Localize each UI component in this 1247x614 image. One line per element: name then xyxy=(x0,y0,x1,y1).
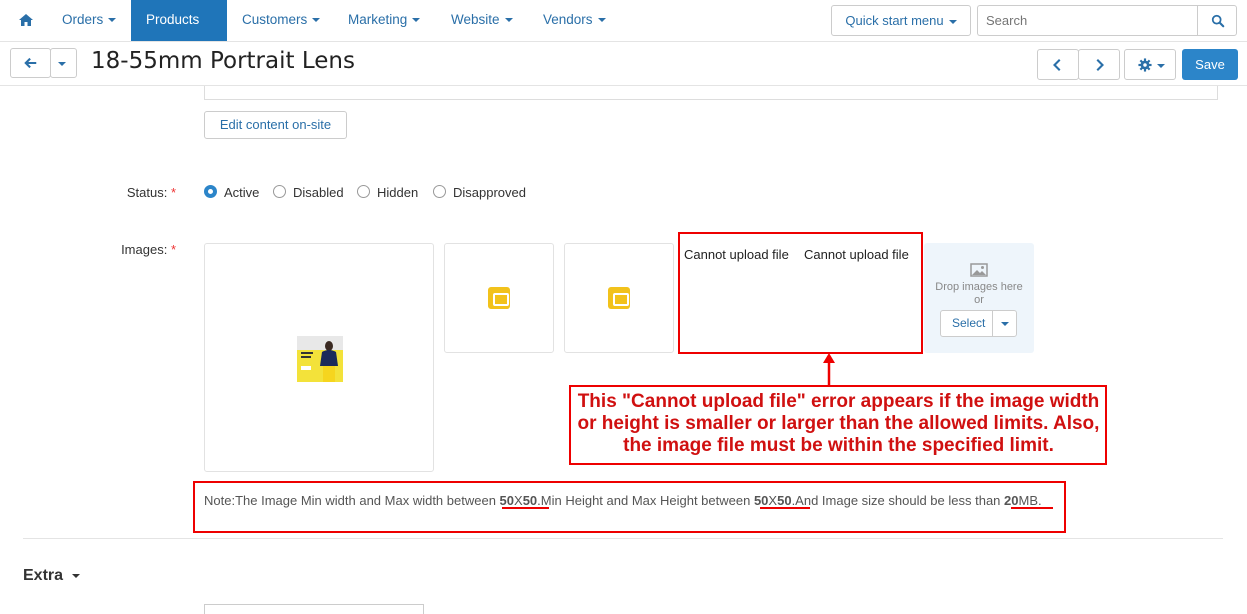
status-radio-active[interactable] xyxy=(204,185,217,198)
search-input[interactable] xyxy=(977,5,1198,36)
images-label: Images: * xyxy=(121,242,176,257)
underline-mark xyxy=(760,507,810,509)
main-image[interactable] xyxy=(204,243,434,472)
chevron-down-icon xyxy=(72,573,81,578)
chevron-right-icon xyxy=(1096,59,1104,71)
chevron-down-icon xyxy=(108,18,117,23)
status-option-label: Hidden xyxy=(377,185,419,200)
chevron-down-icon xyxy=(312,18,321,23)
extra-section-toggle[interactable]: Extra xyxy=(23,567,81,585)
image-size-note: Note:The Image Min width and Max width b… xyxy=(204,493,1042,508)
nav-website[interactable]: Website xyxy=(436,0,528,41)
arrow-left-icon xyxy=(24,57,37,69)
status-radio-hidden[interactable] xyxy=(357,185,370,198)
chevron-down-icon xyxy=(948,19,957,24)
arrow-up-icon xyxy=(823,353,835,387)
back-button[interactable] xyxy=(10,48,51,78)
search-icon xyxy=(1211,14,1225,28)
save-button[interactable]: Save xyxy=(1182,49,1238,80)
select-label: Select xyxy=(952,316,986,330)
drop-images-text: Drop images here xyxy=(935,281,1023,293)
status-label: Status: * xyxy=(126,185,176,200)
status-option-label: Active xyxy=(224,185,260,200)
chevron-down-icon[interactable] xyxy=(1001,322,1009,326)
annotation-line: This "Cannot upload file" error appears … xyxy=(577,391,1100,412)
chevron-down-icon xyxy=(412,18,421,23)
previous-button[interactable] xyxy=(1037,49,1079,80)
chevron-down-icon xyxy=(58,62,66,66)
annotation-text: This "Cannot upload file" error appears … xyxy=(571,387,1106,463)
image-placeholder-icon xyxy=(488,287,510,309)
annotation-line: the image file must be within the specif… xyxy=(623,435,1054,456)
settings-dropdown-button[interactable] xyxy=(1124,49,1176,80)
status-radio-disapproved[interactable] xyxy=(433,185,446,198)
top-navigation: Orders Products Customers Marketing Webs… xyxy=(0,0,1247,63)
nav-vendors[interactable]: Vendors xyxy=(528,0,621,41)
nav-orders[interactable]: Orders xyxy=(47,0,131,41)
next-button[interactable] xyxy=(1078,49,1120,80)
quick-start-menu-button[interactable]: Quick start menu xyxy=(831,5,971,36)
nav-products[interactable]: Products xyxy=(131,0,227,63)
gear-icon xyxy=(1138,58,1152,72)
image-thumbnail[interactable] xyxy=(564,243,674,353)
underline-mark xyxy=(502,507,549,509)
status-option-label: Disabled xyxy=(293,185,344,200)
chevron-down-icon xyxy=(504,18,513,23)
search-button[interactable] xyxy=(1197,5,1237,36)
button-divider xyxy=(992,311,993,336)
chevron-down-icon xyxy=(597,18,606,23)
home-icon[interactable] xyxy=(18,12,34,28)
image-thumbnail[interactable] xyxy=(444,243,554,353)
annotation-line: or height is smaller or larger than the … xyxy=(577,413,1100,434)
or-text: or xyxy=(974,294,984,306)
nav-customers[interactable]: Customers xyxy=(227,0,335,41)
product-thumbnail-image xyxy=(297,336,343,382)
image-icon xyxy=(970,263,988,277)
back-dropdown-button[interactable] xyxy=(50,48,77,78)
chevron-left-icon xyxy=(1053,59,1061,71)
nav-marketing[interactable]: Marketing xyxy=(333,0,435,41)
underline-mark xyxy=(1011,507,1053,509)
error-highlight-box xyxy=(678,232,923,354)
description-editor[interactable] xyxy=(204,86,1218,100)
page-title: 18-55mm Portrait Lens xyxy=(91,48,355,74)
extra-field-input[interactable] xyxy=(204,604,424,614)
section-divider xyxy=(23,538,1223,539)
edit-content-on-site-button[interactable]: Edit content on-site xyxy=(204,111,347,139)
select-images-button[interactable]: Select xyxy=(940,310,1017,337)
status-option-label: Disapproved xyxy=(453,185,526,200)
status-radio-disabled[interactable] xyxy=(273,185,286,198)
image-placeholder-icon xyxy=(608,287,630,309)
chevron-down-icon xyxy=(1157,64,1165,68)
